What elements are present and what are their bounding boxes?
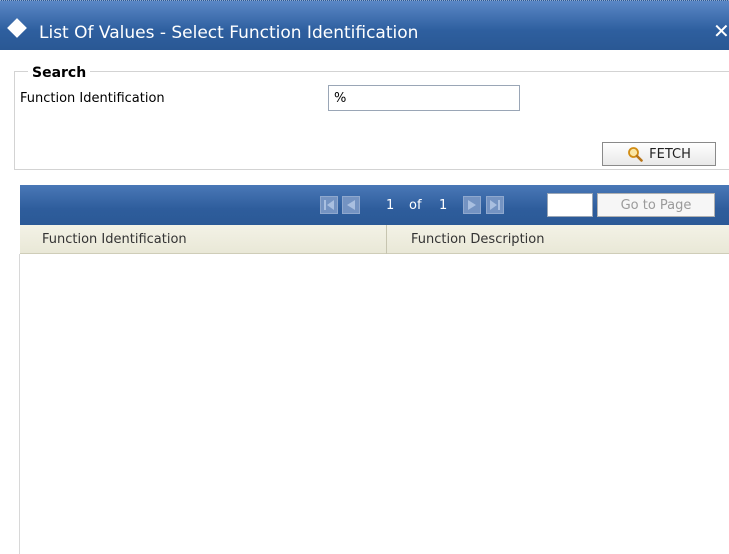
diamond-icon [7, 18, 27, 38]
close-icon[interactable]: ✕ [713, 19, 729, 43]
first-page-icon[interactable] [320, 196, 338, 214]
window-title: List Of Values - Select Function Identif… [39, 23, 419, 43]
last-page-icon[interactable] [486, 196, 504, 214]
next-page-icon[interactable] [463, 196, 481, 214]
fetch-button[interactable]: FETCH [602, 142, 716, 166]
current-page: 1 [386, 198, 395, 213]
go-to-page-button[interactable]: Go to Page [597, 193, 715, 217]
column-divider [386, 225, 387, 254]
magnifier-icon [628, 147, 643, 162]
column-header-function-identification[interactable]: Function Identification [42, 232, 187, 248]
page-number-input[interactable] [547, 193, 593, 217]
results-table-body [19, 254, 729, 554]
title-bar: List Of Values - Select Function Identif… [0, 0, 729, 50]
column-header-function-description[interactable]: Function Description [411, 232, 544, 248]
total-pages: 1 [439, 198, 448, 213]
fetch-button-label: FETCH [649, 146, 691, 162]
previous-page-icon[interactable] [342, 196, 360, 214]
function-identification-label: Function Identification [20, 91, 165, 106]
of-label: of [409, 198, 422, 213]
search-legend: Search [28, 64, 91, 82]
function-identification-input[interactable] [328, 85, 520, 111]
